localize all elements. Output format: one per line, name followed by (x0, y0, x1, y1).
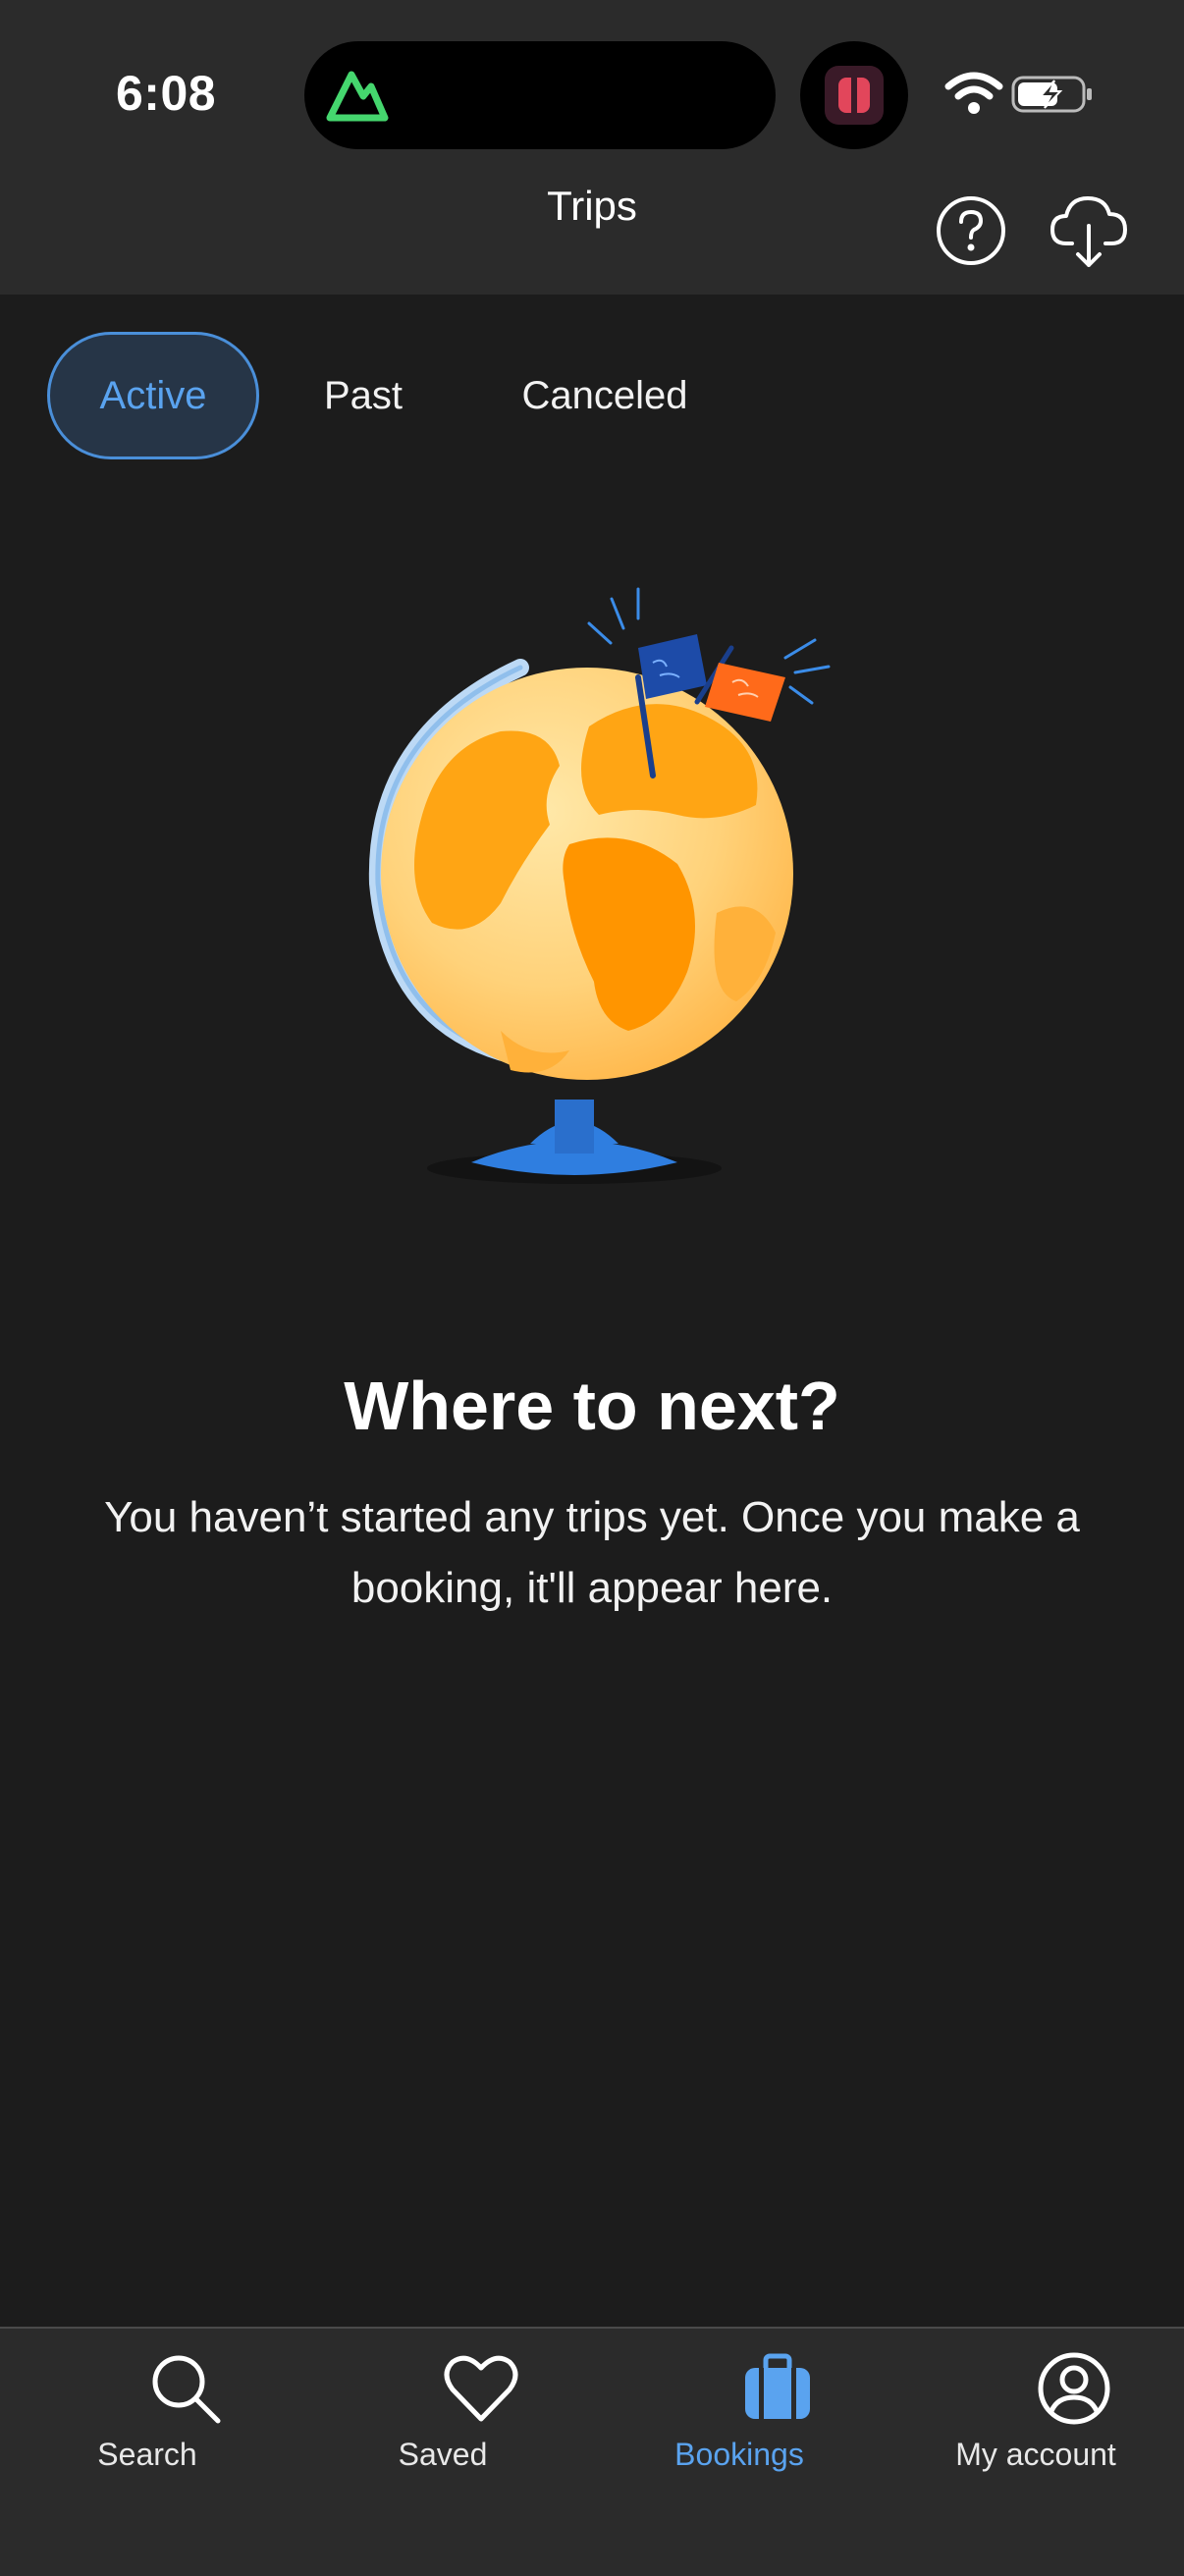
nav-bookings[interactable]: Bookings (592, 2329, 887, 2525)
nav-search[interactable]: Search (0, 2329, 295, 2525)
globe-illustration (368, 587, 831, 1184)
nav-search-label: Search (97, 2437, 197, 2472)
top-bar: 6:08 Trips (0, 0, 1184, 295)
nav-bookings-label: Bookings (674, 2437, 804, 2472)
dynamic-island (304, 41, 776, 149)
tab-active[interactable]: Active (47, 332, 259, 459)
camera-island (800, 41, 908, 149)
bottom-navigation: Search Saved Bookings My account (0, 2327, 1184, 2576)
mountain-app-icon (326, 71, 389, 122)
search-icon (152, 2355, 221, 2424)
cloud-download-icon[interactable] (1049, 192, 1129, 271)
nav-my-account-label: My account (955, 2437, 1116, 2472)
battery-charging-icon (1011, 76, 1092, 113)
wifi-icon (944, 72, 1003, 114)
trip-tabs: Active Past Canceled (0, 332, 1184, 459)
status-time: 6:08 (116, 66, 217, 121)
recording-app-icon (825, 66, 884, 125)
account-icon (1038, 2352, 1110, 2425)
nav-saved-label: Saved (398, 2437, 488, 2472)
nav-saved[interactable]: Saved (296, 2329, 590, 2525)
empty-state-message: You haven’t started any trips yet. Once … (104, 1493, 1080, 1612)
nav-my-account[interactable]: My account (888, 2329, 1183, 2525)
help-question-icon[interactable] (935, 194, 1007, 267)
empty-state-title: Where to next? (344, 1368, 840, 1444)
briefcase-icon (745, 2353, 810, 2419)
tab-canceled[interactable]: Canceled (491, 332, 719, 459)
tab-past[interactable]: Past (295, 332, 432, 459)
heart-icon (444, 2355, 518, 2422)
